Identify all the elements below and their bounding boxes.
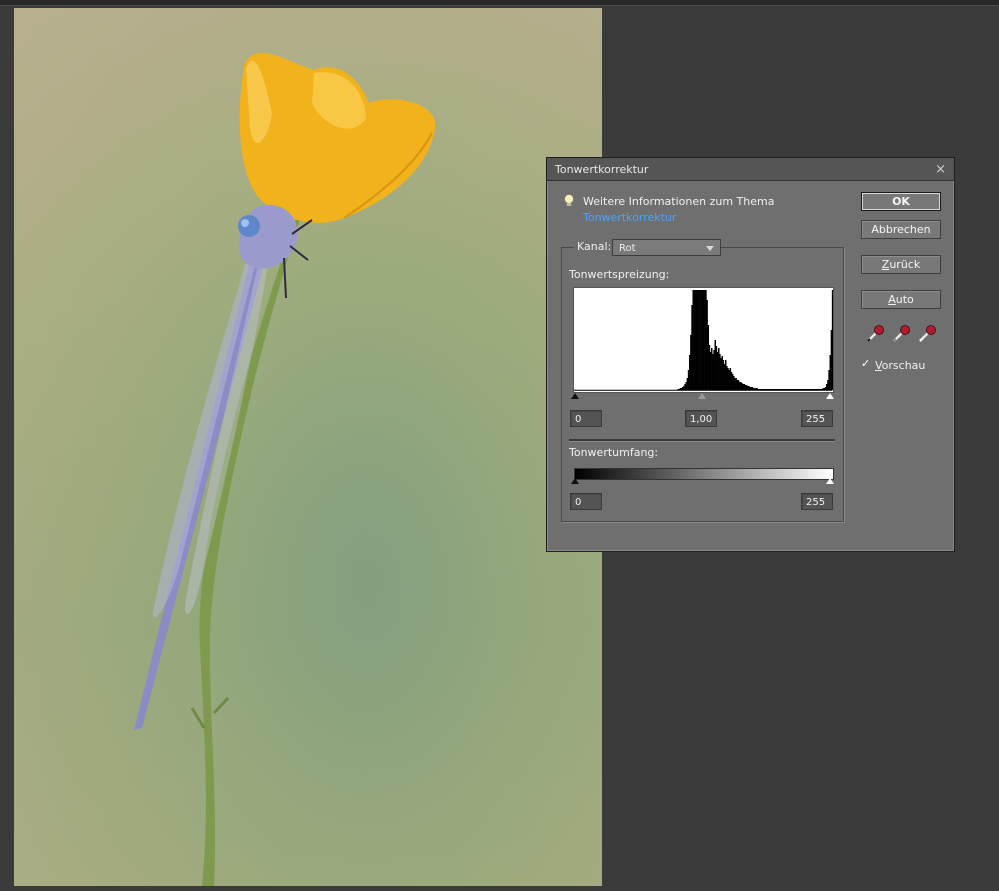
input-gamma-slider-handle[interactable] [698,393,706,399]
document-canvas-photo[interactable] [14,8,602,886]
reset-button[interactable]: Zurück [861,255,941,274]
preview-checkbox[interactable] [861,357,871,371]
auto-button-mnemonic: A [888,293,896,306]
auto-button[interactable]: Auto [861,290,941,309]
output-black-slider-handle[interactable] [571,478,579,484]
input-black-slider-handle[interactable] [571,393,579,399]
levels-dialog: Tonwertkorrektur × Weitere Informationen… [546,157,955,552]
output-white-slider-handle[interactable] [826,478,834,484]
input-black-field[interactable]: 0 [570,410,602,427]
input-gamma-field[interactable]: 1,00 [685,410,717,427]
auto-button-label: uto [895,293,914,306]
dialog-titlebar[interactable]: Tonwertkorrektur × [547,158,954,181]
reset-button-label: urück [889,258,921,271]
output-levels-label: Tonwertumfang: [569,446,659,459]
histogram-bar [831,290,833,390]
close-icon[interactable]: × [935,162,946,177]
help-link[interactable]: Tonwertkorrektur [583,210,774,226]
help-heading: Weitere Informationen zum Thema [583,195,775,208]
white-eyedropper-icon[interactable] [917,324,937,344]
output-black-field[interactable]: 0 [570,493,602,510]
damselfly-on-buttercup-image [134,53,436,886]
dialog-title: Tonwertkorrektur [555,162,649,176]
channel-select[interactable]: Rot [612,239,721,256]
gray-eyedropper-icon[interactable] [891,324,911,344]
input-white-field[interactable]: 255 [801,410,833,427]
output-white-field[interactable]: 255 [801,493,833,510]
ok-button[interactable]: OK [861,192,941,211]
histogram-chart [573,287,834,393]
help-info-row: Weitere Informationen zum Thema Tonwertk… [563,194,774,226]
channel-label: Kanal: [574,240,615,253]
input-slider-track [574,390,832,391]
preview-checkbox-row[interactable]: Vorschau [861,357,926,373]
input-levels-label: Tonwertspreizung: [569,268,670,281]
chevron-down-icon [706,246,714,251]
black-eyedropper-icon[interactable] [865,324,885,344]
section-divider [569,439,835,442]
application-top-bar [0,0,999,6]
input-white-slider-handle[interactable] [826,393,834,399]
cancel-button[interactable]: Abbrechen [861,220,941,239]
lightbulb-icon [564,194,574,206]
preview-label: Vorschau [875,359,926,372]
channel-select-value: Rot [619,243,636,254]
output-gradient-bar [574,468,834,480]
